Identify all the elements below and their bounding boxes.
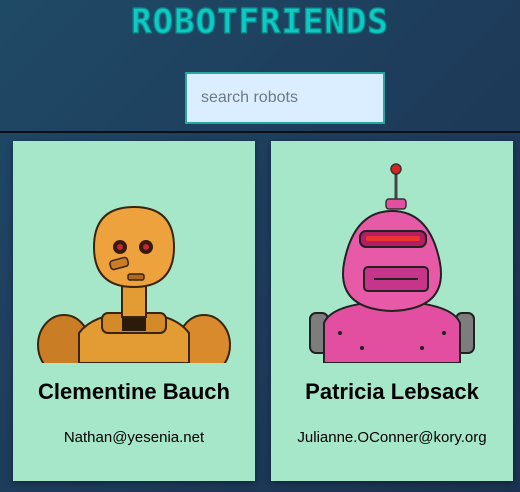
robot-card[interactable]: Patricia Lebsack Julianne.OConner@kory.o…: [271, 141, 513, 481]
robot-avatar-image: [37, 205, 231, 363]
robot-email: Julianne.OConner@kory.org: [297, 429, 487, 446]
robot-email: Nathan@yesenia.net: [63, 429, 205, 446]
app-header: ROBOTFRIENDS: [0, 0, 520, 132]
robot-name: Patricia Lebsack: [305, 379, 479, 404]
robot-card[interactable]: Clementine Bauch Nathan@yesenia.net: [13, 141, 255, 481]
robot-avatar-image: [309, 163, 475, 363]
app-title: ROBOTFRIENDS: [131, 1, 389, 42]
search-input[interactable]: [185, 72, 385, 124]
robot-name: Clementine Bauch: [38, 379, 230, 404]
robot-card-list: Clementine Bauch Nathan@yesenia.net Patr…: [0, 133, 520, 492]
